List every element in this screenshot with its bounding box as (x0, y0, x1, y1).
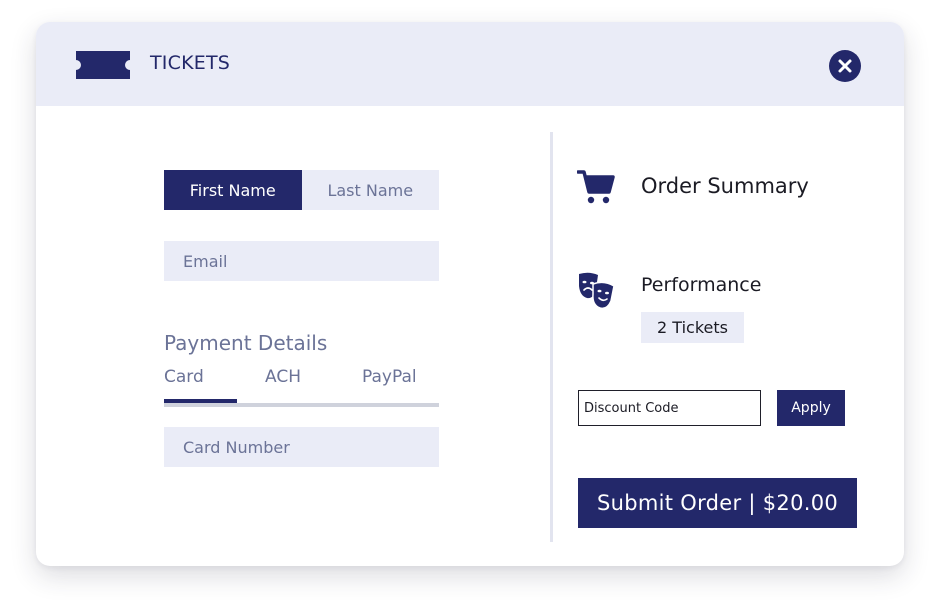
first-name-field[interactable]: First Name (164, 170, 302, 210)
submit-order-button[interactable]: Submit Order | $20.00 (578, 478, 857, 528)
tab-paypal[interactable]: PayPal (362, 367, 417, 387)
name-row: First Name Last Name (164, 170, 439, 210)
modal-title: TICKETS (150, 52, 231, 74)
theater-masks-icon (576, 270, 618, 312)
ticket-icon (74, 51, 132, 79)
column-divider (550, 132, 553, 542)
tab-card[interactable]: Card (164, 367, 204, 387)
cart-icon (576, 168, 615, 206)
email-field[interactable]: Email (164, 241, 439, 281)
payment-details-title: Payment Details (164, 331, 328, 355)
active-tab-indicator (164, 399, 237, 403)
discount-code-input[interactable] (578, 390, 761, 426)
apply-button[interactable]: Apply (777, 390, 845, 426)
close-button[interactable] (829, 50, 861, 82)
performance-label: Performance (641, 274, 762, 296)
tab-track (164, 403, 439, 407)
ticket-modal: TICKETS First Name Last Name Email Payme… (36, 22, 904, 566)
card-number-field[interactable]: Card Number (164, 427, 439, 467)
tab-ach[interactable]: ACH (265, 367, 301, 387)
last-name-field[interactable]: Last Name (301, 170, 439, 210)
close-icon (838, 59, 852, 73)
tickets-count-badge: 2 Tickets (641, 312, 744, 343)
order-summary-title: Order Summary (641, 174, 809, 198)
modal-header: TICKETS (36, 22, 904, 106)
